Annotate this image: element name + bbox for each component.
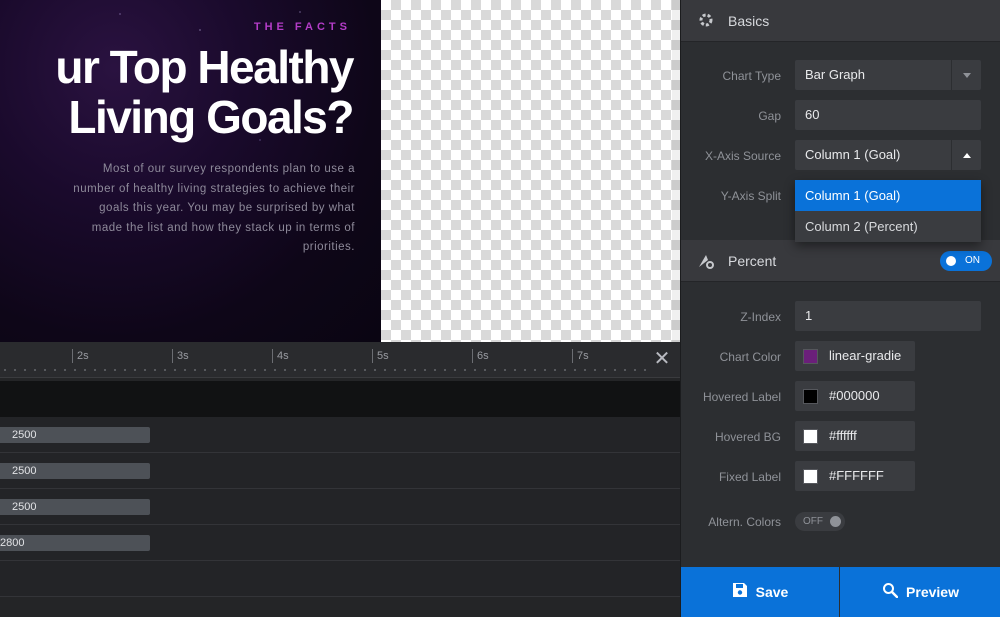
chart-type-value: Bar Graph <box>805 67 865 82</box>
x-axis-source-dropdown: Column 1 (Goal) Column 2 (Percent) <box>795 180 981 242</box>
transparent-canvas-area <box>381 0 680 342</box>
toggle-label: ON <box>965 255 980 266</box>
x-axis-source-value: Column 1 (Goal) <box>805 147 901 162</box>
brush-settings-icon <box>697 252 715 270</box>
fixed-label-swatch[interactable] <box>803 469 818 484</box>
hovered-label-swatch[interactable] <box>803 389 818 404</box>
canvas-edge <box>672 0 680 342</box>
toggle-knob <box>946 256 956 266</box>
timeline-row[interactable]: 2800 <box>0 525 680 561</box>
save-label: Save <box>755 584 789 600</box>
preview-label: Preview <box>906 584 959 600</box>
chart-type-select[interactable]: Bar Graph <box>795 60 981 90</box>
chevron-down-icon <box>951 60 981 90</box>
percent-title: Percent <box>728 253 777 269</box>
timeline: 2s 3s 4s 5s 6s 7s ✕ 2500 2500 2500 2800 <box>0 342 680 617</box>
ruler-tick: 5s <box>372 349 389 363</box>
z-index-input[interactable]: 1 <box>795 301 981 331</box>
editor-root: THE FACTS ur Top Healthy Living Goals? M… <box>0 0 1000 617</box>
z-index-label: Z-Index <box>740 310 781 324</box>
save-button[interactable]: Save <box>681 567 839 617</box>
timeline-header-row <box>0 381 680 417</box>
gear-icon <box>697 12 715 30</box>
ruler-subticks <box>0 368 650 372</box>
timeline-bar[interactable]: 2500 <box>0 427 150 443</box>
gap-label: Gap <box>758 109 781 123</box>
basics-title: Basics <box>728 13 770 29</box>
altern-colors-state: OFF <box>803 516 823 527</box>
ruler-tick: 3s <box>172 349 189 363</box>
search-icon <box>882 568 899 617</box>
dropdown-option-column-1[interactable]: Column 1 (Goal) <box>795 180 981 211</box>
preview-button[interactable]: Preview <box>840 567 1000 617</box>
hovered-bg-field[interactable]: #ffffff <box>795 421 915 451</box>
altern-colors-toggle[interactable]: OFF <box>795 512 845 531</box>
headline-line-2: Living Goals? <box>68 91 354 143</box>
floppy-disk-icon <box>732 568 748 617</box>
hovered-bg-label: Hovered BG <box>714 430 781 444</box>
fixed-label-label: Fixed Label <box>718 470 781 484</box>
gap-input[interactable]: 60 <box>795 100 981 130</box>
hovered-label-value: #000000 <box>829 388 880 403</box>
x-axis-source-select[interactable]: Column 1 (Goal) <box>795 140 981 170</box>
ruler-tick: 4s <box>272 349 289 363</box>
ruler-tick: 7s <box>572 349 589 363</box>
close-icon[interactable]: ✕ <box>652 349 672 369</box>
chart-color-value: linear-gradie <box>829 348 902 363</box>
hovered-bg-value: #ffffff <box>829 428 857 443</box>
fixed-label-field[interactable]: #FFFFFF <box>795 461 915 491</box>
percent-toggle[interactable]: ON <box>940 251 992 271</box>
dropdown-option-column-2[interactable]: Column 2 (Percent) <box>795 211 981 242</box>
slide-eyebrow: THE FACTS <box>253 21 351 33</box>
headline-line-1: ur Top Healthy <box>55 41 354 93</box>
timeline-bar[interactable]: 2500 <box>0 499 150 515</box>
timeline-bar[interactable]: 2800 <box>0 535 150 551</box>
timeline-row[interactable]: 2500 <box>0 489 680 525</box>
hovered-label-field[interactable]: #000000 <box>795 381 915 411</box>
altern-colors-label: Altern. Colors <box>708 515 781 529</box>
chart-color-label: Chart Color <box>719 350 781 364</box>
timeline-ruler[interactable]: 2s 3s 4s 5s 6s 7s ✕ <box>0 342 680 378</box>
slide-body-text: Most of our survey respondents plan to u… <box>73 163 355 253</box>
percent-section-header[interactable]: Percent ON <box>681 240 1000 282</box>
chevron-up-icon <box>951 140 981 170</box>
basics-section-header[interactable]: Basics <box>681 0 1000 42</box>
chart-type-label: Chart Type <box>722 69 781 83</box>
fixed-label-value: #FFFFFF <box>829 468 884 483</box>
timeline-row[interactable]: 2500 <box>0 417 680 453</box>
timeline-bar[interactable]: 2500 <box>0 463 150 479</box>
timeline-row[interactable]: 2500 <box>0 453 680 489</box>
hovered-label-label: Hovered Label <box>702 390 781 404</box>
chart-color-field[interactable]: linear-gradie <box>795 341 915 371</box>
toggle-knob <box>830 516 841 527</box>
ruler-tick: 2s <box>72 349 89 363</box>
hovered-bg-swatch[interactable] <box>803 429 818 444</box>
chart-color-swatch[interactable] <box>803 349 818 364</box>
x-axis-source-label: X-Axis Source <box>704 149 781 163</box>
slide-headline: ur Top Healthy Living Goals? <box>0 41 354 143</box>
ruler-tick: 6s <box>472 349 489 363</box>
slide-canvas[interactable]: THE FACTS ur Top Healthy Living Goals? M… <box>0 0 381 342</box>
timeline-row[interactable] <box>0 561 680 597</box>
settings-panel: Basics Chart Type Bar Graph Gap 60 X-Axi… <box>680 0 1000 617</box>
y-axis-split-label: Y-Axis Split <box>720 189 781 203</box>
